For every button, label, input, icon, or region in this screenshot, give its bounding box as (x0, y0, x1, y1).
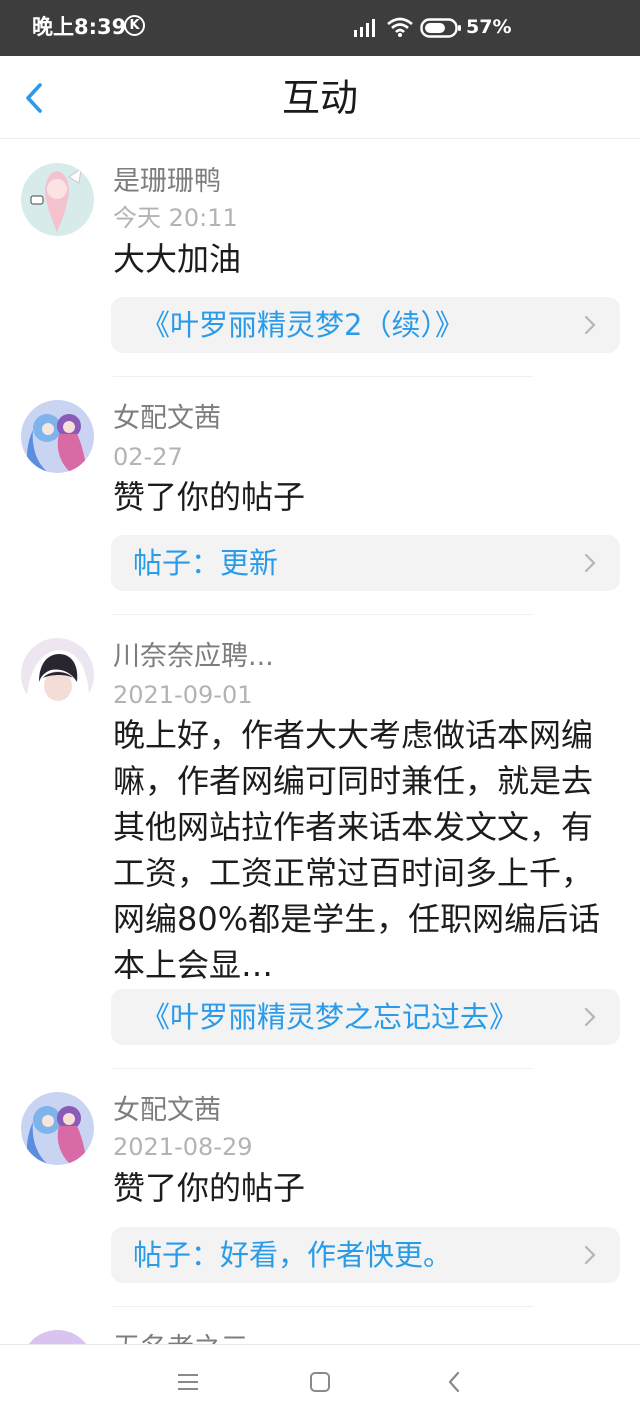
comment-text: 赞了你的帖子 (113, 478, 306, 516)
notification-item[interactable]: 川奈奈应聘... 2021-09-01 晚上好，作者大大考虑做话本网编嘛，作者网… (0, 616, 640, 1070)
wifi-icon (387, 17, 413, 37)
user-avatar-icon (21, 163, 94, 236)
status-bar: 晚上8:39 K 57% (0, 0, 640, 56)
timestamp: 2021-08-29 (113, 1133, 253, 1161)
link-card[interactable]: 帖子：更新 (111, 535, 620, 591)
divider (113, 376, 533, 377)
link-card[interactable]: 《叶罗丽精灵梦之忘记过去》 (111, 989, 620, 1045)
page-title: 互动 (281, 76, 358, 120)
battery-percent: 57% (466, 16, 512, 38)
avatar[interactable] (21, 163, 94, 236)
avatar[interactable] (21, 1092, 94, 1165)
notification-item[interactable]: 女配文茜 02-27 赞了你的帖子 帖子：更新 (0, 378, 640, 616)
user-avatar-icon (21, 400, 94, 473)
username[interactable]: 女配文茜 (113, 1094, 221, 1128)
menu-icon[interactable] (176, 1371, 200, 1393)
back-triangle-icon[interactable] (446, 1371, 462, 1393)
chevron-right-icon (584, 1007, 596, 1027)
avatar[interactable] (21, 638, 94, 711)
divider (113, 1068, 533, 1069)
comment-text: 大大加油 (113, 240, 242, 278)
divider (113, 1306, 533, 1307)
link-card-text: 《叶罗丽精灵梦2（续）》 (141, 308, 464, 342)
username[interactable]: 无名者之三 (113, 1332, 248, 1344)
link-card[interactable]: 帖子：好看，作者快更。 (111, 1227, 620, 1283)
comment-text: 晚上好，作者大大考虑做话本网编嘛，作者网编可同时兼任，就是去其他网站拉作者来话本… (113, 716, 601, 984)
timestamp: 2021-09-01 (113, 681, 253, 709)
link-card-text: 《叶罗丽精灵梦之忘记过去》 (141, 1000, 519, 1034)
username[interactable]: 川奈奈应聘... (113, 640, 274, 674)
user-avatar-icon (21, 1330, 94, 1344)
signal-icon (354, 19, 375, 37)
user-avatar-icon (21, 638, 94, 711)
chevron-right-icon (584, 315, 596, 335)
chevron-right-icon (584, 1245, 596, 1265)
notification-item[interactable]: 女配文茜 2021-08-29 赞了你的帖子 帖子：好看，作者快更。 (0, 1070, 640, 1308)
timestamp: 今天 20:11 (113, 204, 238, 232)
link-card[interactable]: 《叶罗丽精灵梦2（续）》 (111, 297, 620, 353)
battery-icon (420, 18, 461, 38)
home-square-icon[interactable] (309, 1371, 331, 1393)
k-icon: K (124, 15, 145, 36)
avatar[interactable] (21, 400, 94, 473)
notification-item[interactable]: 是珊珊鸭 今天 20:11 大大加油 《叶罗丽精灵梦2（续）》 (0, 138, 640, 378)
divider (113, 614, 533, 615)
chevron-right-icon (584, 553, 596, 573)
username[interactable]: 女配文茜 (113, 402, 221, 436)
header: 互动 (0, 56, 640, 139)
link-card-text: 帖子：好看，作者快更。 (133, 1238, 453, 1272)
timestamp: 02-27 (113, 443, 183, 471)
notification-item[interactable]: 无名者之三 (0, 1308, 640, 1344)
user-avatar-icon (21, 1092, 94, 1165)
comment-text: 赞了你的帖子 (113, 1169, 306, 1207)
link-card-text: 帖子：更新 (133, 546, 279, 580)
avatar[interactable] (21, 1330, 94, 1344)
username[interactable]: 是珊珊鸭 (113, 165, 221, 199)
system-nav-bar (0, 1344, 640, 1423)
status-time: 晚上8:39 (32, 15, 127, 39)
